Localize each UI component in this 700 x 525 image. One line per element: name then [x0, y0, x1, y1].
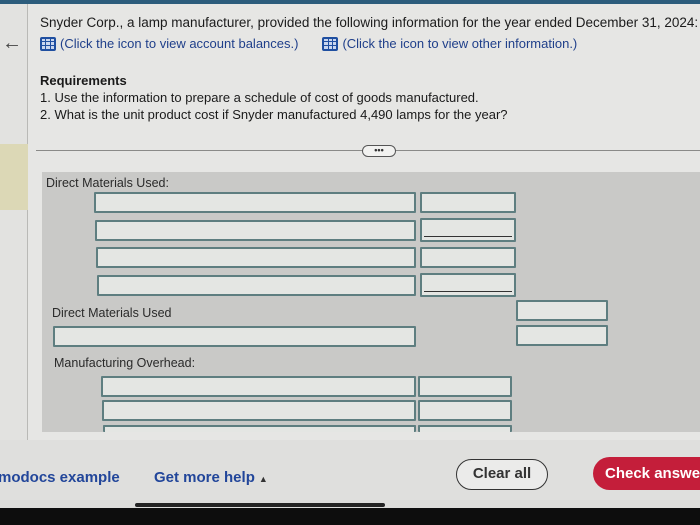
- screen-bezel: [0, 508, 700, 525]
- requirement-2: 2. What is the unit product cost if Snyd…: [40, 107, 508, 122]
- mo-amount-field-1[interactable]: [418, 376, 512, 397]
- info-links: (Click the icon to view account balances…: [40, 36, 601, 51]
- other-information-link[interactable]: (Click the icon to view other informatio…: [322, 36, 577, 51]
- dm-amount-field-2[interactable]: [420, 218, 516, 242]
- dm-amount-field-4[interactable]: [420, 273, 516, 297]
- get-more-help-link[interactable]: Get more help ▲: [154, 469, 268, 486]
- dm-amount-field-3[interactable]: [420, 247, 516, 268]
- mo-amount-field-3[interactable]: [418, 425, 512, 432]
- rail-highlight: [0, 144, 28, 210]
- dm-account-field-4[interactable]: [97, 275, 416, 296]
- example-link[interactable]: modocs example: [0, 469, 120, 486]
- requirements-title: Requirements: [40, 73, 127, 88]
- caret-up-icon: ▲: [258, 474, 268, 484]
- back-arrow-icon[interactable]: ←: [2, 32, 22, 55]
- expand-more-button[interactable]: •••: [362, 145, 396, 157]
- direct-materials-total-label: Direct Materials Used: [52, 306, 172, 320]
- mo-amount-field-2[interactable]: [418, 400, 512, 421]
- cogm-schedule-form: Direct Materials Used: Direct Materials …: [42, 172, 700, 432]
- question-panel: Snyder Corp., a lamp manufacturer, provi…: [28, 4, 700, 440]
- manufacturing-overhead-heading: Manufacturing Overhead:: [54, 356, 196, 370]
- mo-account-field-2[interactable]: [102, 400, 416, 421]
- dm-account-field-2[interactable]: [95, 220, 416, 241]
- mo-account-field-1[interactable]: [101, 376, 416, 397]
- problem-intro: Snyder Corp., a lamp manufacturer, provi…: [40, 15, 699, 30]
- other-information-label: (Click the icon to view other informatio…: [342, 36, 578, 51]
- account-balances-label: (Click the icon to view account balances…: [60, 36, 299, 51]
- dm-amount-field-1[interactable]: [420, 192, 516, 213]
- table-icon[interactable]: [40, 36, 56, 51]
- dm-account-field-3[interactable]: [96, 247, 416, 268]
- left-rail: ←: [0, 4, 28, 440]
- mo-account-field-3[interactable]: [103, 425, 416, 432]
- clear-all-button[interactable]: Clear all: [456, 459, 548, 490]
- account-balances-link[interactable]: (Click the icon to view account balances…: [40, 36, 298, 51]
- direct-materials-heading: Direct Materials Used:: [46, 176, 169, 190]
- dm-total-field-1[interactable]: [516, 300, 608, 321]
- footer-bar: modocs example Get more help ▲ Clear all …: [0, 440, 700, 500]
- home-indicator: [135, 503, 385, 507]
- get-more-help-label: Get more help: [154, 469, 255, 486]
- requirement-1: 1. Use the information to prepare a sche…: [40, 90, 479, 105]
- dm-account-field-1[interactable]: [94, 192, 416, 213]
- dm-total-field-2[interactable]: [516, 325, 608, 346]
- table-icon[interactable]: [322, 36, 339, 51]
- dm-total-account-field[interactable]: [53, 326, 416, 347]
- check-answer-button[interactable]: Check answer: [593, 457, 700, 490]
